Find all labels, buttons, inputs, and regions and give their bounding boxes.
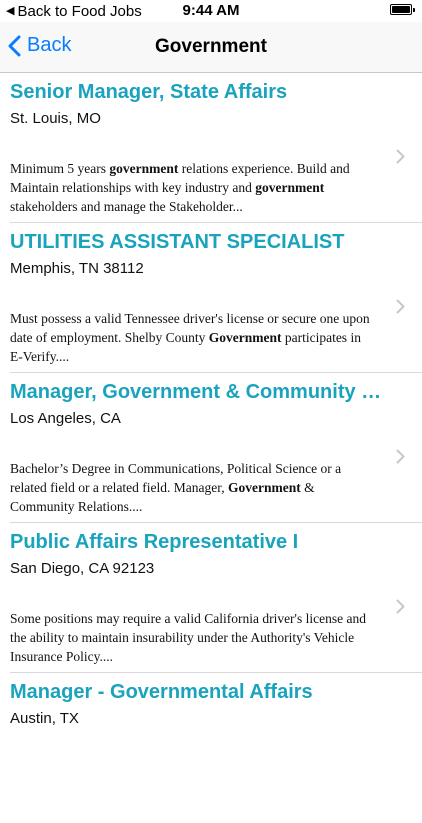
job-description: Minimum 5 years government relations exp…	[10, 159, 370, 216]
job-title: UTILITIES ASSISTANT SPECIALIST	[10, 231, 345, 253]
job-title: Manager, Government & Community R...	[10, 381, 390, 403]
job-location: St. Louis, MO	[10, 110, 101, 127]
highlighted-keyword: Government	[227, 480, 301, 495]
chevron-right-icon	[396, 449, 405, 464]
highlighted-keyword: government	[109, 161, 179, 176]
job-location: Memphis, TN 38112	[10, 260, 144, 277]
navigation-bar: Back Government	[0, 22, 422, 73]
status-bar: ◀ Back to Food Jobs 9:44 AM	[0, 0, 422, 22]
job-location: Los Angeles, CA	[10, 410, 121, 427]
job-description: Some positions may require a valid Calif…	[10, 609, 370, 666]
job-list-item[interactable]: Manager - Governmental Affairs Austin, TX	[0, 673, 422, 823]
page-title: Government	[155, 36, 267, 57]
description-text: stakeholders and manage the Stakeholder.…	[10, 199, 243, 214]
chevron-right-icon	[396, 149, 405, 164]
job-list-item[interactable]: Senior Manager, State Affairs St. Louis, …	[0, 73, 422, 223]
job-title: Manager - Governmental Affairs	[10, 681, 313, 703]
battery-icon	[390, 4, 415, 15]
job-list-item[interactable]: UTILITIES ASSISTANT SPECIALIST Memphis, T…	[0, 223, 422, 373]
job-description: Bachelor’s Degree in Communications, Pol…	[10, 459, 370, 516]
chevron-right-icon	[396, 599, 405, 614]
highlighted-keyword: government	[255, 180, 325, 195]
job-location: San Diego, CA 92123	[10, 560, 155, 577]
job-title: Public Affairs Representative I	[10, 531, 299, 553]
job-list: Senior Manager, State Affairs St. Louis, …	[0, 73, 422, 823]
description-text: Minimum 5 years	[10, 161, 110, 176]
job-list-item[interactable]: Manager, Government & Community R... Los …	[0, 373, 422, 523]
job-list-item[interactable]: Public Affairs Representative I San Diego…	[0, 523, 422, 673]
job-description: Must possess a valid Tennessee driver's …	[10, 309, 370, 366]
job-location: Austin, TX	[10, 710, 79, 727]
highlighted-keyword: Government	[208, 330, 282, 345]
job-title: Senior Manager, State Affairs	[10, 81, 288, 103]
description-text: Some positions may require a valid Calif…	[10, 611, 366, 664]
status-time: 9:44 AM	[182, 2, 240, 19]
chevron-right-icon	[396, 299, 405, 314]
